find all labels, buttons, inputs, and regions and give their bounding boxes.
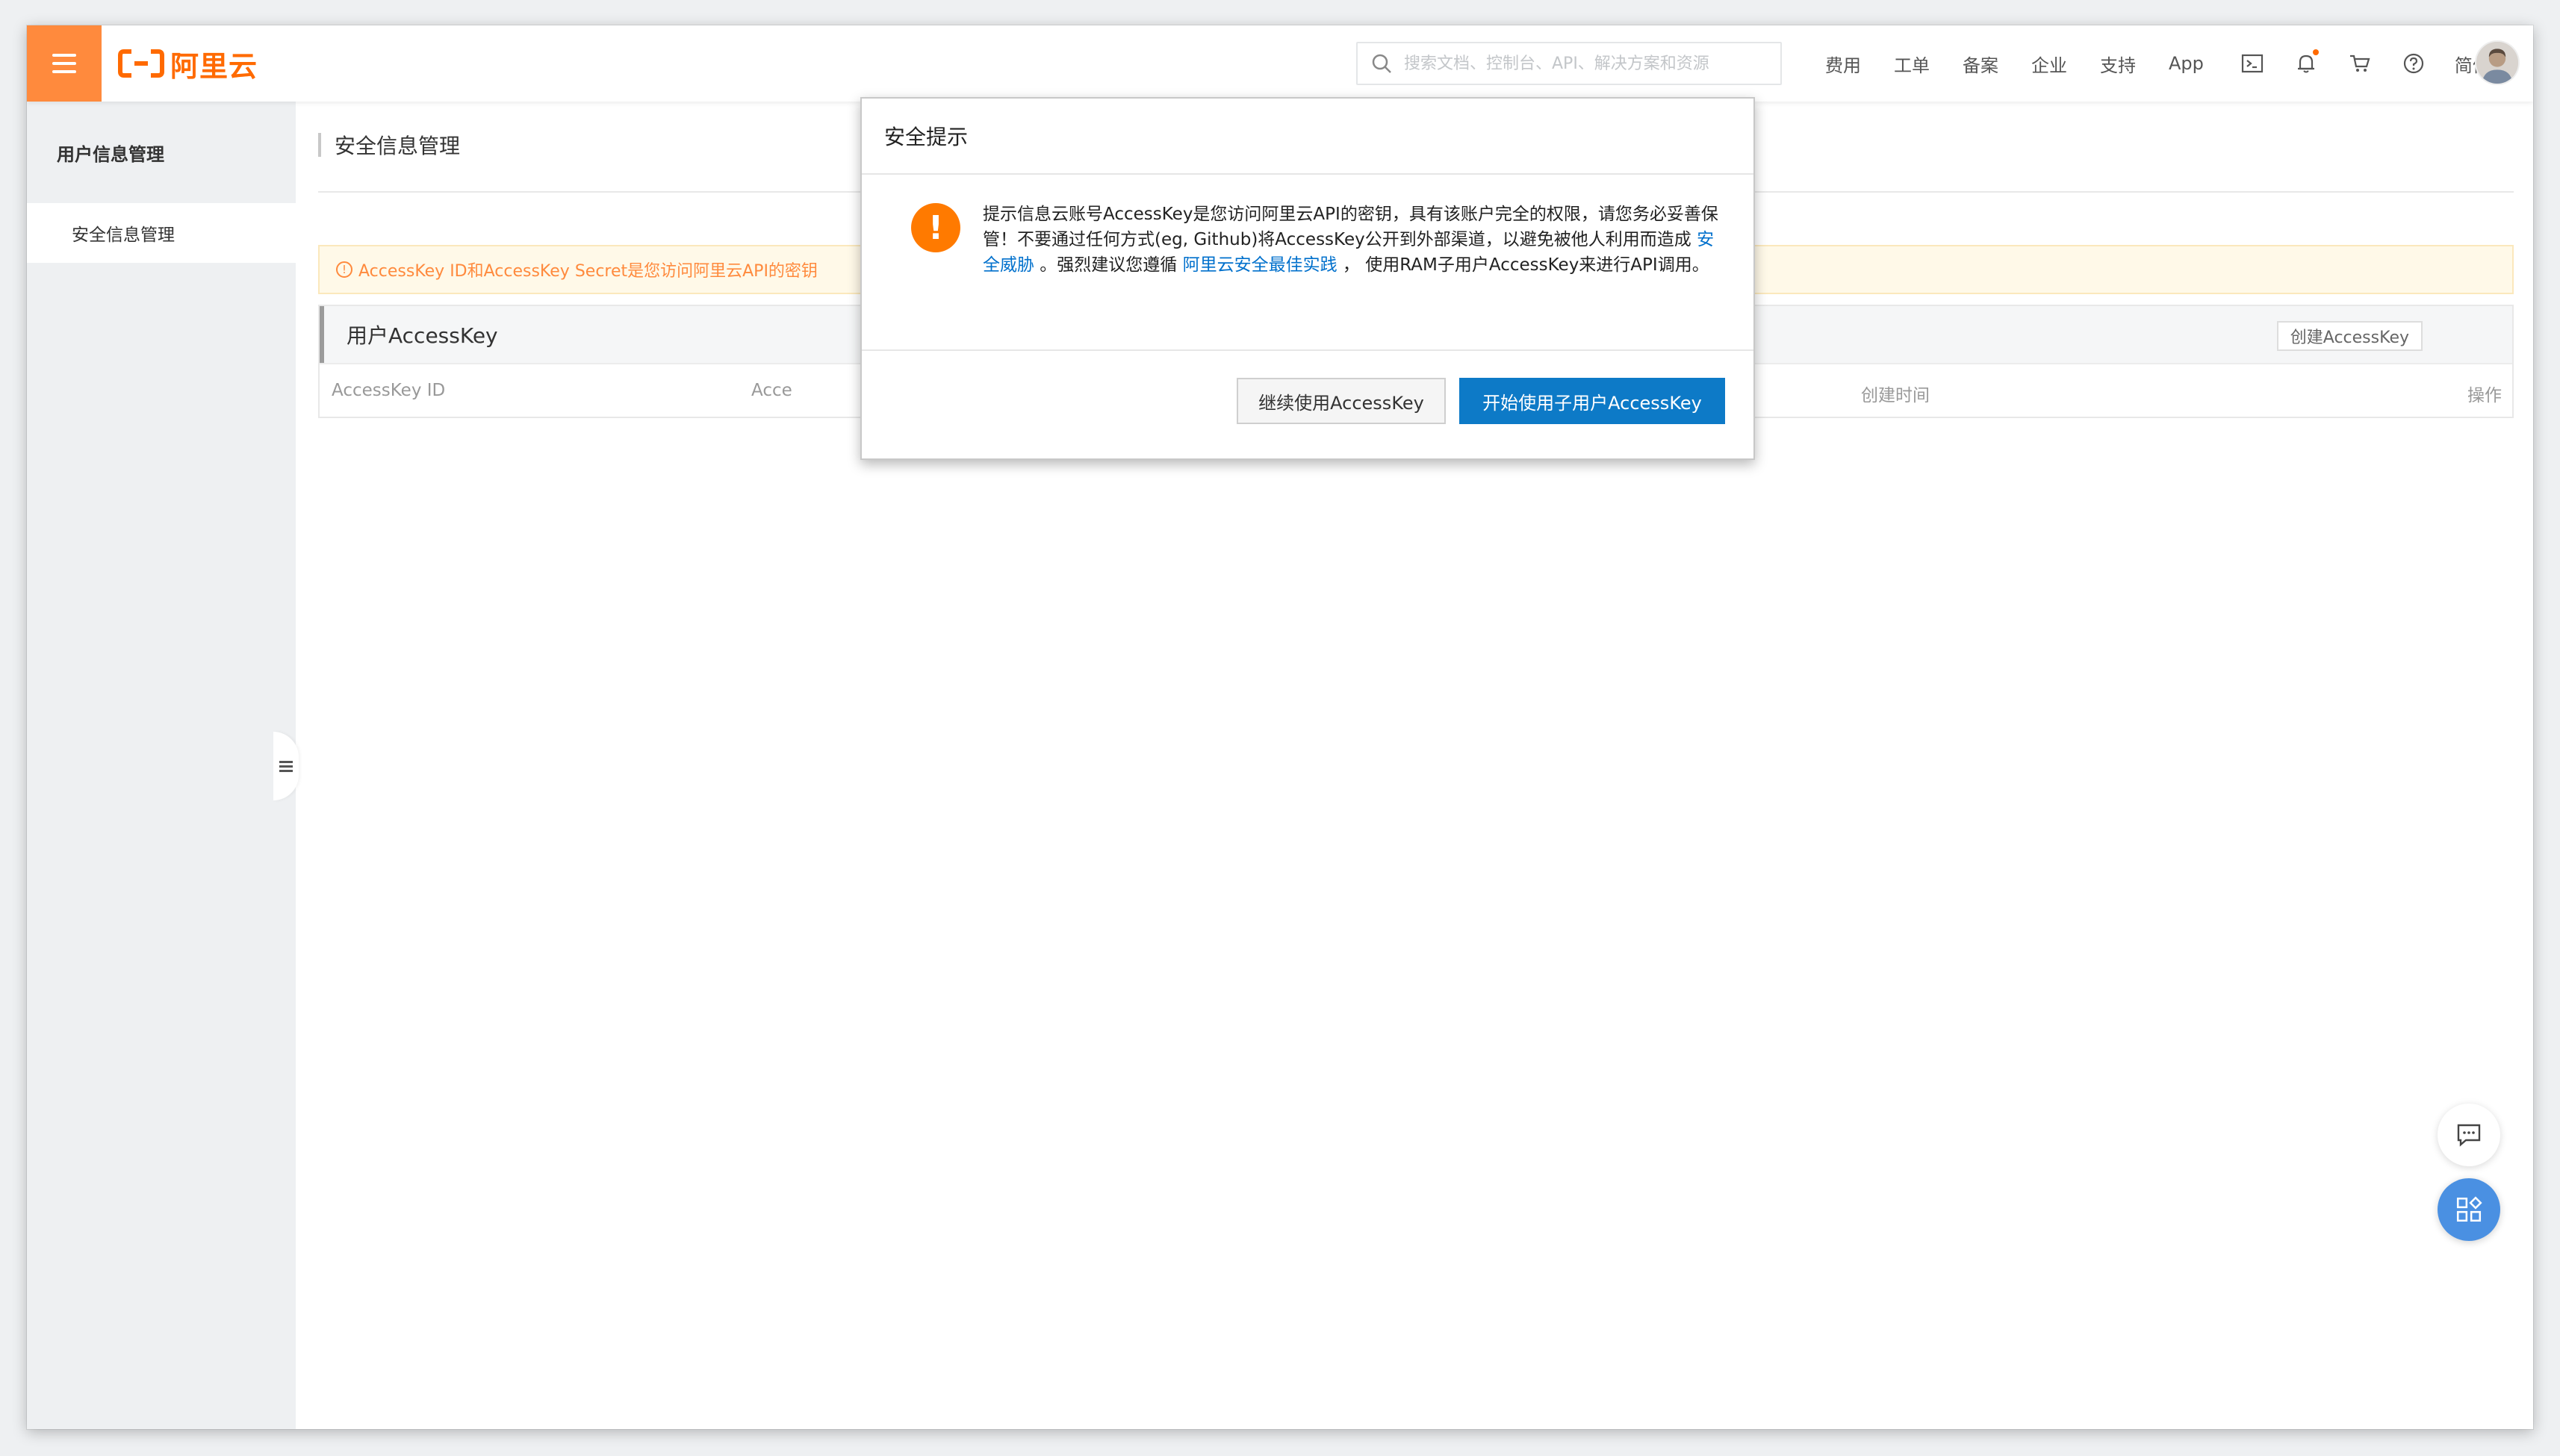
brand-name: 阿里云 xyxy=(170,49,258,83)
notification-dot xyxy=(2312,49,2319,55)
search-box[interactable] xyxy=(1356,42,1782,85)
column-actions: 操作 xyxy=(2467,386,2502,405)
page-heading: 安全信息管理 xyxy=(318,128,460,161)
dialog-footer: 继续使用AccessKey 开始使用子用户AccessKey xyxy=(862,351,1753,458)
message-part-2: 。强烈建议您遵循 xyxy=(1034,255,1183,275)
create-accesskey-button[interactable]: 创建AccessKey xyxy=(2276,321,2423,351)
hamburger-icon xyxy=(52,54,76,73)
sidebar-title: 用户信息管理 xyxy=(57,143,164,165)
brand-logo[interactable]: 阿里云 xyxy=(118,45,258,83)
column-created-time: 创建时间 xyxy=(1861,386,1930,405)
heading-bar xyxy=(318,133,321,157)
top-nav: 费用 工单 备案 企业 支持 App 简体 xyxy=(1825,25,2523,102)
apps-menu-button[interactable] xyxy=(2438,1178,2500,1241)
dialog-message: 提示信息云账号AccessKey是您访问阿里云API的密钥，具有该账户完全的权限… xyxy=(983,202,1722,278)
apps-grid-icon xyxy=(2456,1196,2482,1222)
dialog-body: ! 提示信息云账号AccessKey是您访问阿里云API的密钥，具有该账户完全的… xyxy=(862,175,1753,351)
use-subuser-accesskey-button[interactable]: 开始使用子用户AccessKey xyxy=(1459,378,1725,424)
console-window: 阿里云 费用 工单 备案 企业 支持 App xyxy=(27,25,2533,1429)
nav-tickets[interactable]: 工单 xyxy=(1894,51,1930,77)
column-accesskey-id: AccessKey ID xyxy=(332,381,446,400)
bell-icon[interactable] xyxy=(2293,49,2319,76)
best-practice-link[interactable]: 阿里云安全最佳实践 xyxy=(1183,255,1338,275)
message-part-1: 提示信息云账号AccessKey是您访问阿里云API的密钥，具有该账户完全的权限… xyxy=(983,205,1718,249)
search-input[interactable] xyxy=(1402,53,1761,74)
top-bar: 阿里云 费用 工单 备案 企业 支持 App xyxy=(27,25,2533,102)
alert-text: AccessKey ID和AccessKey Secret是您访问阿里云API的… xyxy=(358,262,818,281)
nav-enterprise[interactable]: 企业 xyxy=(2031,51,2067,77)
nav-support[interactable]: 支持 xyxy=(2100,51,2136,77)
continue-accesskey-button[interactable]: 继续使用AccessKey xyxy=(1237,378,1446,424)
accesskey-panel-title: 用户AccessKey xyxy=(347,323,498,348)
message-part-3: ， 使用RAM子用户AccessKey来进行API调用。 xyxy=(1337,255,1709,275)
column-accesskey-secret: Acce xyxy=(751,381,792,400)
cart-icon[interactable] xyxy=(2347,51,2373,76)
dialog-title: 安全提示 xyxy=(862,99,1753,175)
feedback-chat-button[interactable] xyxy=(2438,1104,2500,1166)
help-icon[interactable] xyxy=(2401,51,2426,76)
nav-icp[interactable]: 备案 xyxy=(1963,51,1998,77)
warning-icon: ! xyxy=(911,203,960,252)
chat-icon xyxy=(2457,1124,2481,1147)
sidebar: 用户信息管理 安全信息管理 xyxy=(27,102,296,1429)
menu-toggle-button[interactable] xyxy=(27,25,102,102)
aliyun-logo-icon xyxy=(118,49,164,78)
nav-fees[interactable]: 费用 xyxy=(1825,51,1861,77)
search-icon xyxy=(1372,54,1391,73)
nav-app[interactable]: App xyxy=(2169,53,2204,74)
page-title: 安全信息管理 xyxy=(335,134,461,158)
security-tip-dialog: 安全提示 ! 提示信息云账号AccessKey是您访问阿里云API的密钥，具有该… xyxy=(860,97,1755,460)
collapse-icon xyxy=(279,759,293,774)
terminal-icon[interactable] xyxy=(2240,51,2265,76)
user-avatar[interactable] xyxy=(2475,40,2520,85)
sidebar-item-security-info[interactable]: 安全信息管理 xyxy=(27,203,296,263)
alert-warning-icon: ! xyxy=(336,261,352,278)
